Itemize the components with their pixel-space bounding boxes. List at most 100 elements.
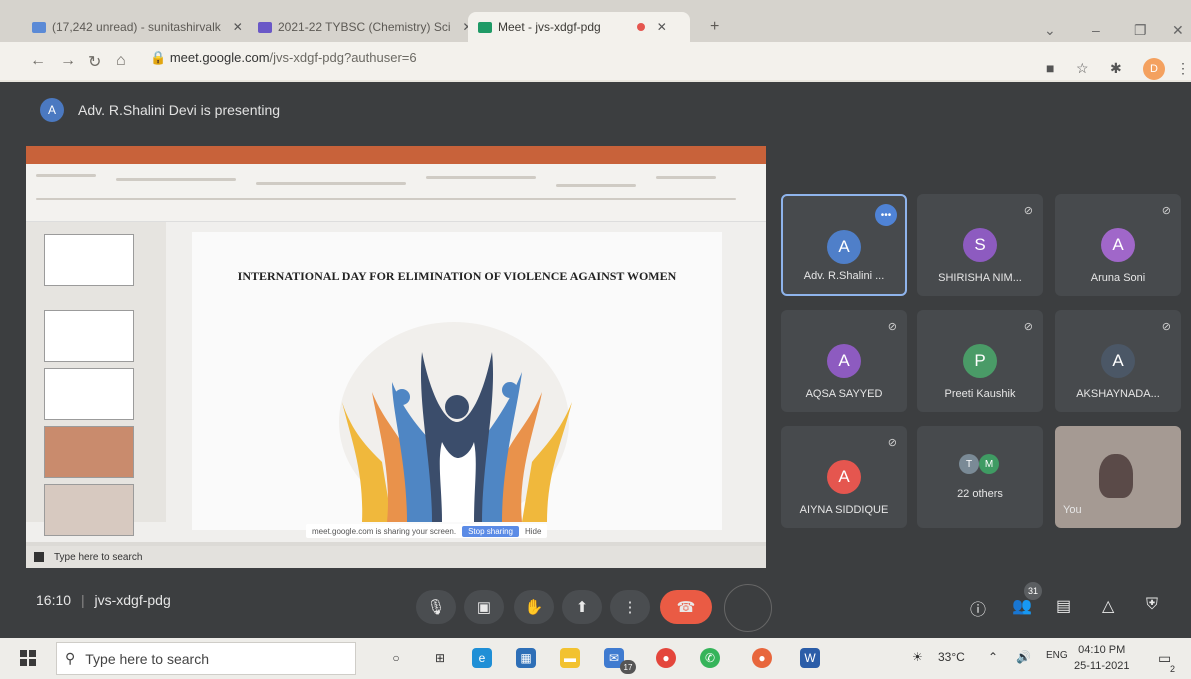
minimize-icon[interactable]: – [1092, 22, 1100, 38]
camera-icon: ▣ [476, 599, 492, 616]
chat-icon[interactable]: ▤ [1056, 596, 1071, 616]
search-icon: ⚲ [65, 650, 76, 666]
home-icon[interactable]: ⌂ [116, 52, 126, 70]
speaker-icon[interactable]: 🔊 [1016, 650, 1031, 664]
participant-avatar: P [963, 344, 997, 378]
participant-avatar: A [1101, 344, 1135, 378]
close-icon[interactable]: ✕ [657, 20, 667, 34]
chevron-up-icon[interactable]: ⌃ [988, 650, 998, 664]
new-tab-button[interactable]: + [700, 12, 729, 42]
start-button[interactable] [20, 650, 36, 666]
more-options-button[interactable]: ⋮ [610, 590, 650, 624]
file-explorer-icon[interactable]: ▬ [560, 648, 580, 668]
leave-call-button[interactable]: ☎ [660, 590, 712, 624]
activities-icon[interactable]: △ [1102, 596, 1114, 616]
whatsapp-icon[interactable]: ✆ [700, 648, 720, 668]
restore-icon[interactable]: ❐ [1134, 22, 1147, 39]
menu-icon[interactable]: ⋮ [1176, 60, 1190, 77]
task-view-icon[interactable]: ⊞ [430, 648, 450, 668]
slide-thumbnail[interactable] [44, 484, 134, 536]
meeting-info: 16:10 | jvs-xdgf-pdg [36, 592, 171, 608]
mic-off-icon: ⊘ [1023, 321, 1033, 333]
phone-icon: ☎ [676, 599, 696, 616]
info-icon[interactable]: ⓘ [970, 596, 986, 620]
participant-tile[interactable]: ⊘ A AIYNA SIDDIQUE [781, 426, 907, 528]
participant-tile[interactable]: ⊘ P Preeti Kaushik [917, 310, 1043, 412]
participant-name: AIYNA SIDDIQUE [799, 504, 889, 516]
more-options-icon: ⋮ [622, 599, 638, 616]
url-field[interactable]: 🔒 meet.google.com/jvs-xdgf-pdg?authuser=… [150, 50, 417, 66]
forward-icon[interactable]: → [60, 52, 76, 70]
self-video-tile[interactable]: You [1055, 426, 1181, 528]
browser-tab-strip: (17,242 unread) - sunitashirvalk ✕ 2021-… [0, 0, 1191, 42]
people-icon[interactable]: 👥 [1012, 596, 1032, 616]
word-icon[interactable]: W [800, 648, 820, 668]
edge-icon[interactable]: e [472, 648, 492, 668]
mail-badge: 17 [620, 660, 636, 674]
meeting-time: 16:10 [36, 592, 72, 608]
url-domain: meet.google.com [169, 50, 270, 65]
slide-thumbnail[interactable] [44, 426, 134, 478]
mic-button[interactable]: 🎙 [416, 590, 456, 624]
language-indicator[interactable]: ENG [1046, 650, 1068, 661]
participant-name: Preeti Kaushik [944, 388, 1016, 400]
participant-tile[interactable]: ••• A Adv. R.Shalini ... [781, 194, 907, 296]
present-icon: ⬆ [575, 599, 589, 616]
raise-hand-button[interactable]: ✋ [514, 590, 554, 624]
close-window-icon[interactable]: ✕ [1172, 22, 1184, 39]
back-icon[interactable]: ← [30, 52, 46, 70]
slide-thumbnail[interactable] [44, 310, 134, 362]
star-icon[interactable]: ☆ [1076, 60, 1089, 77]
slide-thumbnail[interactable] [44, 234, 134, 286]
slide-thumbnail[interactable] [44, 368, 134, 420]
shared-screen: INTERNATIONAL DAY FOR ELIMINATION OF VIO… [26, 146, 766, 568]
tab-label: (17,242 unread) - sunitashirvalk [52, 20, 221, 34]
participant-tile[interactable]: ⊘ A AKSHAYNADA... [1055, 310, 1181, 412]
women-unity-illustration [339, 322, 572, 522]
powerpoint-ribbon [26, 164, 766, 222]
meet-area: A Adv. R.Shalini Devi is presenting INTE… [0, 82, 1191, 638]
participant-name: Aruna Soni [1090, 272, 1146, 284]
extensions-icon[interactable]: ✱ [1110, 60, 1122, 77]
presenter-avatar: A [40, 98, 64, 122]
participant-avatar: A [827, 460, 861, 494]
taskbar-search[interactable]: ⚲ Type here to search [56, 642, 356, 675]
cortana-icon[interactable]: ○ [386, 648, 406, 668]
screen-share-notification: meet.google.com is sharing your screen. … [306, 524, 548, 538]
profile-avatar[interactable]: D [1143, 58, 1165, 80]
chevron-down-icon[interactable]: ⌄ [1044, 22, 1056, 39]
host-controls-icon[interactable]: ⛨ [1146, 596, 1158, 614]
participant-tile[interactable]: ⊘ A Aruna Soni [1055, 194, 1181, 296]
self-video [1099, 454, 1133, 498]
tab-meet[interactable]: Meet - jvs-xdgf-pdg ✕ [468, 12, 690, 42]
weather-icon[interactable]: ☀ [912, 650, 923, 664]
stop-sharing-button[interactable]: Stop sharing [462, 525, 519, 537]
chrome-profile-icon[interactable]: ● [752, 648, 772, 668]
store-icon[interactable]: ▦ [516, 648, 536, 668]
hide-button[interactable]: Hide [525, 527, 541, 536]
clock-date: 25-11-2021 [1074, 660, 1130, 672]
mic-off-icon: ⊘ [1161, 321, 1171, 333]
classroom-icon [258, 21, 272, 33]
tab-gmail[interactable]: (17,242 unread) - sunitashirvalk ✕ [22, 12, 253, 42]
others-tile[interactable]: T M 22 others [917, 426, 1043, 528]
tab-classroom[interactable]: 2021-22 TYBSC (Chemistry) Sci ✕ [248, 12, 483, 42]
gmail-icon [32, 21, 46, 33]
participant-name: AQSA SAYYED [805, 388, 883, 400]
more-options-icon[interactable]: ••• [875, 204, 897, 226]
participant-tile[interactable]: ⊘ S SHIRISHA NIM... [917, 194, 1043, 296]
camera-icon[interactable]: ■ [1046, 60, 1054, 76]
windows-taskbar: ⚲ Type here to search ○ ⊞ e ▦ ▬ ✉ 17 ● ✆… [0, 638, 1191, 679]
participant-tile[interactable]: ⊘ A AQSA SAYYED [781, 310, 907, 412]
captions-button[interactable] [724, 584, 772, 632]
camera-button[interactable]: ▣ [464, 590, 504, 624]
participant-name: AKSHAYNADA... [1076, 388, 1160, 400]
recording-dot-icon [636, 23, 645, 31]
clock[interactable]: 04:10 PM 25-11-2021 [1074, 642, 1129, 674]
participant-avatar: A [827, 230, 861, 264]
chrome-icon[interactable]: ● [656, 648, 676, 668]
present-button[interactable]: ⬆ [562, 590, 602, 624]
close-icon[interactable]: ✕ [233, 20, 243, 34]
inner-taskbar: Type here to search [26, 546, 766, 568]
reload-icon[interactable]: ↻ [88, 52, 101, 72]
